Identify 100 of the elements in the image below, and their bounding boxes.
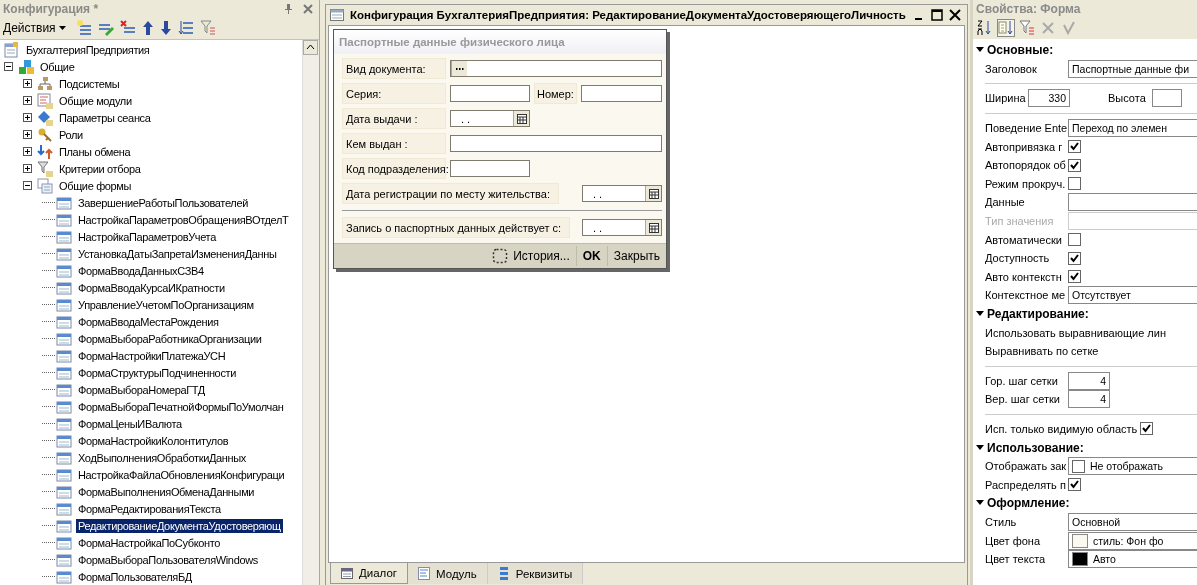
tree-item[interactable]: Общие	[38, 59, 77, 74]
tree-item[interactable]: НастройкаПараметровОбращенияВОтделТ	[76, 212, 291, 227]
checkbox[interactable]	[1068, 270, 1081, 284]
filter-icon[interactable]	[1018, 19, 1036, 37]
section-header[interactable]: Основные:	[987, 43, 1054, 58]
tree-item[interactable]: БухгалтерияПредприятия	[24, 42, 152, 57]
tree-item[interactable]: Роли	[57, 127, 85, 142]
checkbox[interactable]	[1068, 158, 1081, 172]
tree-item[interactable]: ФормаНастройкиПлатежаУСН	[76, 348, 228, 363]
property-field[interactable]: Отсутствует	[1068, 286, 1197, 305]
close-icon[interactable]	[949, 9, 961, 21]
section-toggle-icon[interactable]	[976, 443, 984, 452]
expander-icon[interactable]	[23, 164, 32, 173]
scrollbar[interactable]	[302, 40, 319, 585]
add-item-icon[interactable]	[75, 20, 92, 36]
checkbox[interactable]	[1072, 459, 1085, 473]
date-field[interactable]: . .	[582, 185, 662, 202]
property-field[interactable]: Не отображать	[1068, 457, 1197, 476]
arrow-up-icon[interactable]	[141, 20, 154, 36]
date-field[interactable]: . .	[450, 110, 530, 127]
tree-item[interactable]: ФормаВводаКурсаИКратности	[76, 280, 227, 295]
calendar-icon[interactable]	[513, 111, 529, 126]
history-button[interactable]: История...	[486, 246, 576, 266]
tab[interactable]: Модуль	[408, 563, 488, 584]
tree-item[interactable]: ФормаВводаДанныхСЗВ4	[76, 263, 206, 278]
tab[interactable]: Реквизиты	[487, 563, 584, 584]
checkbox[interactable]	[1068, 478, 1081, 492]
tree-item[interactable]: ФормаНастройкиКолонтитулов	[76, 433, 231, 448]
tree-item[interactable]: Критерии отбора	[57, 161, 143, 176]
arrow-down-icon[interactable]	[159, 20, 172, 36]
property-field[interactable]: Основной	[1068, 512, 1197, 531]
expander-icon[interactable]	[23, 147, 32, 156]
choice-field[interactable]	[450, 60, 662, 77]
tree-item[interactable]: ФормаВводаМестаРождения	[76, 314, 221, 329]
checkbox[interactable]	[1068, 140, 1081, 154]
checkbox[interactable]	[1068, 233, 1081, 247]
tree-item[interactable]: ФормаВыполненияОбменаДанными	[76, 484, 257, 499]
number-field[interactable]: 4	[1068, 390, 1110, 409]
expander-icon[interactable]	[23, 96, 32, 105]
tree-item[interactable]: ФормаСтруктурыПодчиненности	[76, 365, 239, 380]
tree-item[interactable]: ФормаЦеныИВалюта	[76, 416, 184, 431]
property-field[interactable]: Переход по элемен	[1068, 119, 1197, 138]
calendar-icon[interactable]	[645, 220, 661, 235]
section-header[interactable]: Редактирование:	[987, 307, 1089, 321]
checkbox[interactable]	[1068, 177, 1081, 191]
tree-item[interactable]: ФормаНастройкаПоСубконто	[76, 535, 223, 550]
expander-icon[interactable]	[23, 79, 32, 88]
tree-item[interactable]: УправлениеУчетомПоОрганизациям	[76, 297, 256, 312]
property-label: Автоматически	[985, 233, 1063, 246]
section-header[interactable]: Оформление:	[987, 496, 1070, 511]
property-field[interactable]: Паспортные данные фи	[1068, 59, 1197, 78]
tree-item[interactable]: Общие формы	[57, 178, 134, 193]
tree-item[interactable]: ЗавершениеРаботыПользователей	[76, 195, 250, 210]
section-toggle-icon[interactable]	[976, 310, 984, 318]
tree-item[interactable]: ФормаВыбораПечатнойФормыПоУмолчан	[76, 399, 286, 414]
sort-icon[interactable]	[177, 20, 194, 36]
tree-item[interactable]: НастройкаФайлаОбновленияКонфигураци	[76, 467, 287, 482]
close-button[interactable]: Закрыть	[606, 246, 666, 266]
expander-icon[interactable]	[4, 62, 13, 71]
tree-item[interactable]: Планы обмена	[57, 144, 133, 159]
checkbox[interactable]	[1140, 422, 1154, 436]
expander-icon[interactable]	[23, 130, 32, 139]
tree-item[interactable]: УстановкаДатыЗапретаИзмененияДанны	[76, 246, 279, 261]
tree-item[interactable]: ФормаВыбораНомераГТД	[76, 382, 207, 397]
tree-item[interactable]: Общие модули	[57, 93, 134, 108]
color-field[interactable]: Авто	[1068, 550, 1197, 569]
tree-item[interactable]: ФормаПользователяБД	[76, 569, 194, 584]
scroll-up-icon[interactable]	[303, 40, 318, 55]
input-field[interactable]	[450, 160, 530, 177]
ok-button[interactable]: OK	[575, 246, 607, 266]
actions-menu-button[interactable]: Действия	[3, 21, 70, 35]
color-field[interactable]: стиль: Фон фо	[1068, 531, 1197, 550]
tab[interactable]: Диалог	[330, 563, 409, 584]
grouped-list-icon[interactable]	[997, 19, 1015, 37]
tree-item[interactable]: Параметры сеанса	[57, 110, 153, 125]
ellipsis-icon[interactable]	[451, 61, 467, 76]
input-field[interactable]	[450, 85, 530, 102]
number-field[interactable]: 330	[1028, 89, 1070, 108]
checkbox[interactable]	[1068, 251, 1081, 265]
input-field[interactable]	[580, 85, 662, 102]
tree-item[interactable]: РедактированиеДокументаУдостоверяющ	[76, 518, 283, 533]
tree-item[interactable]: НастройкаПараметровУчета	[76, 229, 218, 244]
maximize-icon[interactable]	[931, 9, 943, 21]
date-field[interactable]: . .	[582, 219, 662, 236]
tree-item[interactable]: ФормаРедактированияТекста	[76, 501, 223, 516]
section-header[interactable]: Использование:	[987, 440, 1084, 455]
number-field[interactable]	[1151, 89, 1182, 108]
expander-icon[interactable]	[23, 181, 32, 190]
expander-icon[interactable]	[23, 113, 32, 122]
calendar-icon[interactable]	[645, 186, 661, 201]
tree-item[interactable]: ФормаВыбораРаботникаОрганизации	[76, 331, 264, 346]
tree-item[interactable]: ХодВыполненияОбработкиДанных	[76, 450, 248, 465]
property-field[interactable]	[1068, 193, 1197, 212]
tree-item[interactable]: ФормаВыбораПользователяWindows	[76, 552, 260, 567]
tree-item[interactable]: Подсистемы	[57, 76, 122, 91]
number-field[interactable]: 4	[1068, 371, 1110, 390]
input-field[interactable]	[450, 135, 662, 152]
delete-item-icon[interactable]	[119, 20, 136, 36]
property-field[interactable]	[1068, 212, 1197, 231]
pin-icon[interactable]	[284, 3, 293, 14]
